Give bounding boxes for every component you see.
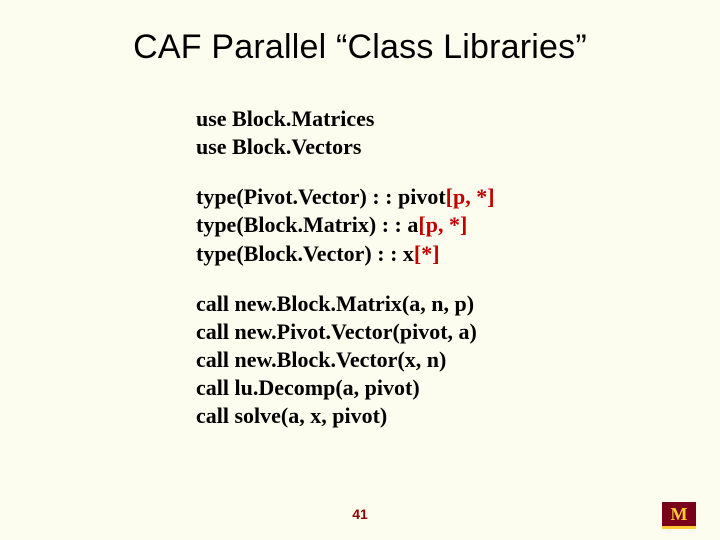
- coarray-brackets: [*]: [414, 241, 440, 266]
- slide-title: CAF Parallel “Class Libraries”: [0, 28, 720, 67]
- coarray-brackets: [p, *]: [446, 184, 495, 209]
- code-line: type(Pivot.Vector) : : pivot[p, *]: [196, 183, 656, 211]
- code-line: call new.Block.Matrix(a, n, p): [196, 290, 656, 318]
- code-line: call solve(a, x, pivot): [196, 402, 656, 430]
- code-line: call new.Block.Vector(x, n): [196, 346, 656, 374]
- code-line: call new.Pivot.Vector(pivot, a): [196, 318, 656, 346]
- code-line: type(Block.Matrix) : : a[p, *]: [196, 211, 656, 239]
- code-line: use Block.Vectors: [196, 133, 656, 161]
- logo-letter: M: [671, 505, 688, 523]
- code-line: call lu.Decomp(a, pivot): [196, 374, 656, 402]
- use-block: use Block.Matrices use Block.Vectors: [196, 105, 656, 161]
- umn-logo: M: [662, 502, 696, 526]
- code-content: use Block.Matrices use Block.Vectors typ…: [196, 105, 656, 431]
- page-number: 41: [0, 506, 720, 522]
- code-text: type(Block.Vector) : : x: [196, 241, 414, 266]
- code-text: type(Pivot.Vector) : : pivot: [196, 184, 446, 209]
- code-line: type(Block.Vector) : : x[*]: [196, 240, 656, 268]
- type-block: type(Pivot.Vector) : : pivot[p, *] type(…: [196, 183, 656, 267]
- code-line: use Block.Matrices: [196, 105, 656, 133]
- logo-underline: [662, 526, 696, 529]
- call-block: call new.Block.Matrix(a, n, p) call new.…: [196, 290, 656, 431]
- slide: CAF Parallel “Class Libraries” use Block…: [0, 0, 720, 540]
- coarray-brackets: [p, *]: [418, 212, 467, 237]
- logo-bg: M: [662, 502, 696, 526]
- code-text: type(Block.Matrix) : : a: [196, 212, 418, 237]
